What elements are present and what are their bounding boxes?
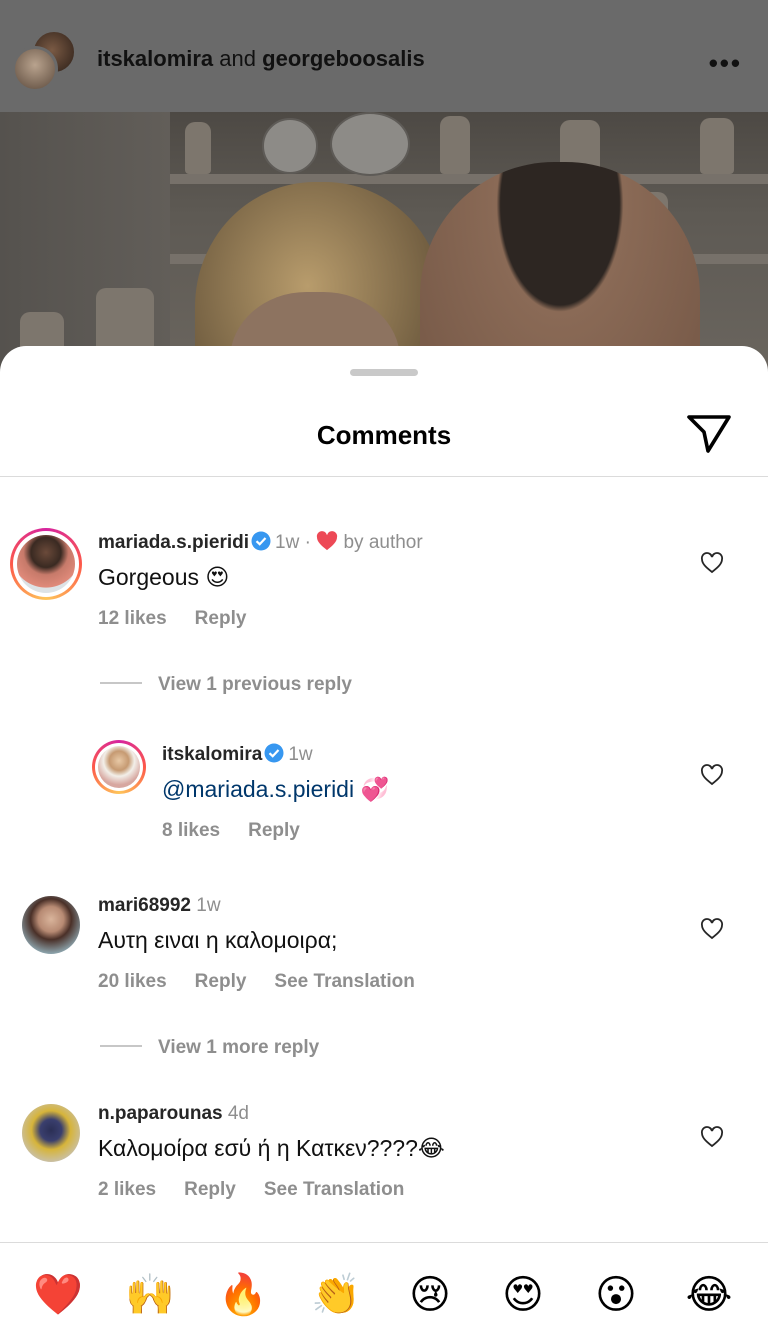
likes-count[interactable]: 12 likes [98,608,167,629]
author-liked-heart-icon [317,531,338,551]
reaction-fire[interactable]: 🔥 [213,1270,273,1320]
view-replies-button[interactable]: View 1 previous reply [100,674,352,696]
post-authors[interactable]: itskalomira and georgeboosalis [97,46,425,72]
quick-reactions-bar: ❤️ 🙌 🔥 👏 😢 😍 😮 😂 [0,1270,768,1320]
reply-button[interactable]: Reply [195,971,247,992]
comment-username[interactable]: mariada.s.pieridi [98,532,249,553]
likes-count[interactable]: 20 likes [98,971,167,992]
reaction-heart-eyes[interactable]: 😍 [493,1270,553,1320]
verified-badge-icon [251,531,271,551]
avatar[interactable] [22,896,80,954]
comment-text: Καλομοίρα εσύ ή η Κατκεν????😂 [98,1135,445,1161]
sheet-title: Comments [316,420,452,450]
reactions-divider [0,1242,768,1243]
like-heart-icon[interactable] [700,552,724,574]
comment-username[interactable]: itskalomira [162,744,262,765]
verified-badge-icon [264,743,284,763]
sheet-drag-handle[interactable] [350,369,418,376]
instagram-comments-screen: itskalomira and georgeboosalis ••• Comme… [0,0,768,1335]
comment-text: Αυτη ειναι η καλομοιρα; [98,927,338,953]
like-heart-icon[interactable] [700,764,724,786]
avatar[interactable] [98,746,140,788]
author-joiner: and [219,46,257,71]
reaction-heart[interactable]: ❤️ [28,1270,88,1320]
more-horizontal-icon[interactable]: ••• [709,48,742,79]
reply-button[interactable]: Reply [184,1179,236,1200]
comment-text: Gorgeous 😍 [98,564,230,590]
comment-username[interactable]: n.paparounas [98,1103,223,1124]
reply-button[interactable]: Reply [248,820,300,841]
reaction-surprised[interactable]: 😮 [586,1270,646,1320]
likes-count[interactable]: 2 likes [98,1179,156,1200]
reaction-crying[interactable]: 😢 [400,1270,460,1320]
comment-time: 1w [288,744,313,765]
like-heart-icon[interactable] [700,1126,724,1148]
post-header: itskalomira and georgeboosalis ••• [0,0,768,112]
reply-button[interactable]: Reply [195,608,247,629]
like-heart-icon[interactable] [700,918,724,940]
comment-time: 1w [196,895,221,916]
reaction-clap[interactable]: 👏 [306,1270,366,1320]
view-replies-button[interactable]: View 1 more reply [100,1037,319,1059]
mention-link[interactable]: @mariada.s.pieridi [162,776,354,802]
author-2[interactable]: georgeboosalis [262,46,425,71]
avatar[interactable] [17,535,75,593]
comment-emoji: 💞 [360,776,390,802]
reaction-laughing[interactable]: 😂 [679,1270,739,1320]
comments-sheet: Comments mariada.s.pieridi 1w · by author… [0,346,768,1335]
reaction-raised-hands[interactable]: 🙌 [120,1270,180,1320]
avatar[interactable] [22,1104,80,1162]
liked-by-author-label: by author [343,532,423,553]
see-translation-button[interactable]: See Translation [274,971,414,992]
paper-plane-icon[interactable] [686,414,732,454]
comment-time: 1w [275,532,300,553]
collab-avatar-front[interactable] [12,46,58,92]
comment-time: 4d [227,1103,249,1124]
header-divider [0,476,768,477]
author-1[interactable]: itskalomira [97,46,213,71]
likes-count[interactable]: 8 likes [162,820,220,841]
post-image [0,112,768,372]
see-translation-button[interactable]: See Translation [264,1179,404,1200]
comment-username[interactable]: mari68992 [98,895,191,916]
